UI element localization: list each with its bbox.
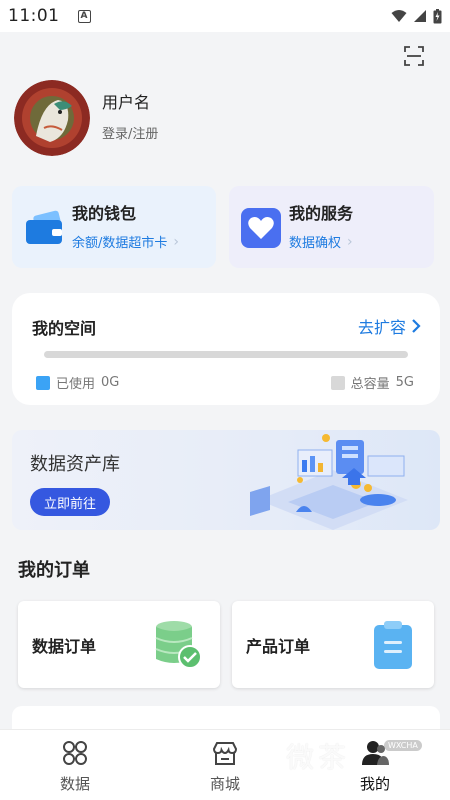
used-legend: 已使用 0G [36,373,119,392]
service-card[interactable]: 我的服务 数据确权 › [229,186,434,268]
expand-storage-link[interactable]: 去扩容 [358,314,422,338]
orders-title: 我的订单 [18,560,90,581]
status-icons [391,8,442,24]
store-icon [212,742,238,765]
watermark-text: 微茶 [286,741,351,774]
banner-title: 数据资产库 [30,454,120,475]
nav-item-store[interactable]: 商城 [150,730,300,800]
total-swatch [330,375,345,390]
wifi-icon [391,10,407,22]
service-title: 我的服务 [289,204,354,223]
wallet-subtitle: 余额/数据超市卡 › [72,232,179,252]
product-order-label: 产品订单 [246,637,311,656]
used-label: 已使用 [56,377,96,392]
chevron-right-icon: › [173,233,179,250]
total-value: 5G [395,375,414,390]
login-register-link[interactable]: 登录/注册 [102,123,158,142]
used-value: 0G [101,375,120,390]
wallet-card[interactable]: 我的钱包 余额/数据超市卡 › [12,186,216,268]
used-swatch [36,375,50,390]
chevron-right-icon: › [347,233,353,250]
nav-label-store: 商城 [209,775,240,793]
nav-label-mine: 我的 [359,775,390,793]
space-title: 我的空间 [32,319,97,338]
bottom-navigation: 数据 商城 我的 [0,729,450,800]
data-asset-banner[interactable]: 数据资产库 立即前往 [12,430,440,530]
total-legend: 总容量 5G [330,373,414,392]
grid-icon [63,741,87,765]
nav-label-data: 数据 [59,775,90,793]
storage-progress-bar [44,351,408,358]
clipboard-icon [374,621,412,669]
notification-a-icon: A [77,9,91,23]
wallet-subtitle-text: 余额/数据超市卡 [72,236,168,251]
data-order-label: 数据订单 [32,637,97,656]
go-now-button[interactable]: 立即前往 [30,488,110,516]
status-bar: 11:01 A [0,0,450,32]
space-card: 我的空间 去扩容 已使用 0G 总容量 5G [12,293,440,405]
status-time: 11:01 [8,6,60,26]
watermark-url: WXCHA [384,740,422,751]
expand-storage-label[interactable]: 去扩容 [358,314,406,338]
data-order-card[interactable]: 数据订单 [18,601,220,688]
nav-item-data[interactable]: 数据 [0,730,150,800]
database-check-icon [155,621,202,669]
isometric-data-illustration [250,434,408,530]
service-subtitle-text: 数据确权 [289,236,342,251]
heart-icon [241,208,281,248]
signal-icon [414,10,426,22]
username[interactable]: 用户名 [102,89,158,113]
wallet-title: 我的钱包 [72,204,137,223]
wallet-icon [26,210,62,244]
service-subtitle: 数据确权 › [289,232,353,252]
total-label: 总容量 [350,377,390,392]
profile-section[interactable]: 用户名 登录/注册 [14,80,158,156]
avatar[interactable] [14,80,90,156]
product-order-card[interactable]: 产品订单 [232,601,434,688]
battery-icon [433,8,442,23]
chevron-right-icon [412,319,421,333]
scan-icon[interactable] [402,44,426,68]
